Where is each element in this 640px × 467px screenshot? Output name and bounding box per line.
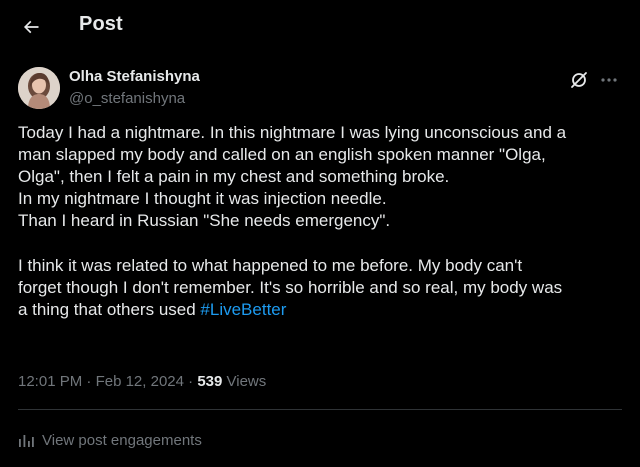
post-text: Today I had a nightmare. In this nightma… <box>18 122 628 321</box>
views-label: Views <box>222 373 267 390</box>
back-button[interactable] <box>14 10 48 44</box>
page-title: Post <box>79 13 123 35</box>
grok-button[interactable] <box>567 68 591 92</box>
author-name[interactable]: Olha Stefanishyna <box>69 68 200 85</box>
post-line-text: a thing that others used <box>18 300 201 319</box>
hashtag-link[interactable]: #LiveBetter <box>200 300 286 319</box>
post-line: Today I had a nightmare. In this nightma… <box>18 123 567 142</box>
more-button[interactable] <box>597 68 621 92</box>
post-header: Post <box>0 0 640 53</box>
post-line: I think it was related to what happened … <box>18 256 523 275</box>
post-line-last: a thing that others used #LiveBetter <box>18 299 628 321</box>
post-line: man slapped my body and called on an eng… <box>18 145 546 164</box>
view-engagements-button[interactable]: View post engagements <box>18 430 202 450</box>
post-line: forget though I don't remember. It's so … <box>18 278 563 297</box>
grok-icon <box>571 72 587 88</box>
views-count: 539 <box>197 373 223 390</box>
avatar[interactable] <box>18 67 60 109</box>
engagements-label: View post engagements <box>42 431 202 449</box>
meta-separator: · <box>183 373 198 390</box>
post-line: Olga", then I felt a pain in my chest an… <box>18 167 450 186</box>
post-line-blank <box>18 232 628 255</box>
profile-photo <box>18 67 60 109</box>
post-meta: 12:01 PM · Feb 12, 2024 · 539 Views <box>18 373 266 390</box>
more-horizontal-icon <box>601 78 617 82</box>
divider <box>18 409 622 410</box>
author-handle[interactable]: @o_stefanishyna <box>69 90 185 107</box>
post-line: In my nightmare I thought it was injecti… <box>18 189 387 208</box>
post-line: Than I heard in Russian "She needs emerg… <box>18 211 391 230</box>
post-time[interactable]: 12:01 PM <box>18 373 82 390</box>
bar-chart-icon <box>19 435 34 447</box>
meta-separator: · <box>82 373 96 390</box>
arrow-left-icon <box>23 20 39 34</box>
post-date[interactable]: Feb 12, 2024 <box>96 373 184 390</box>
